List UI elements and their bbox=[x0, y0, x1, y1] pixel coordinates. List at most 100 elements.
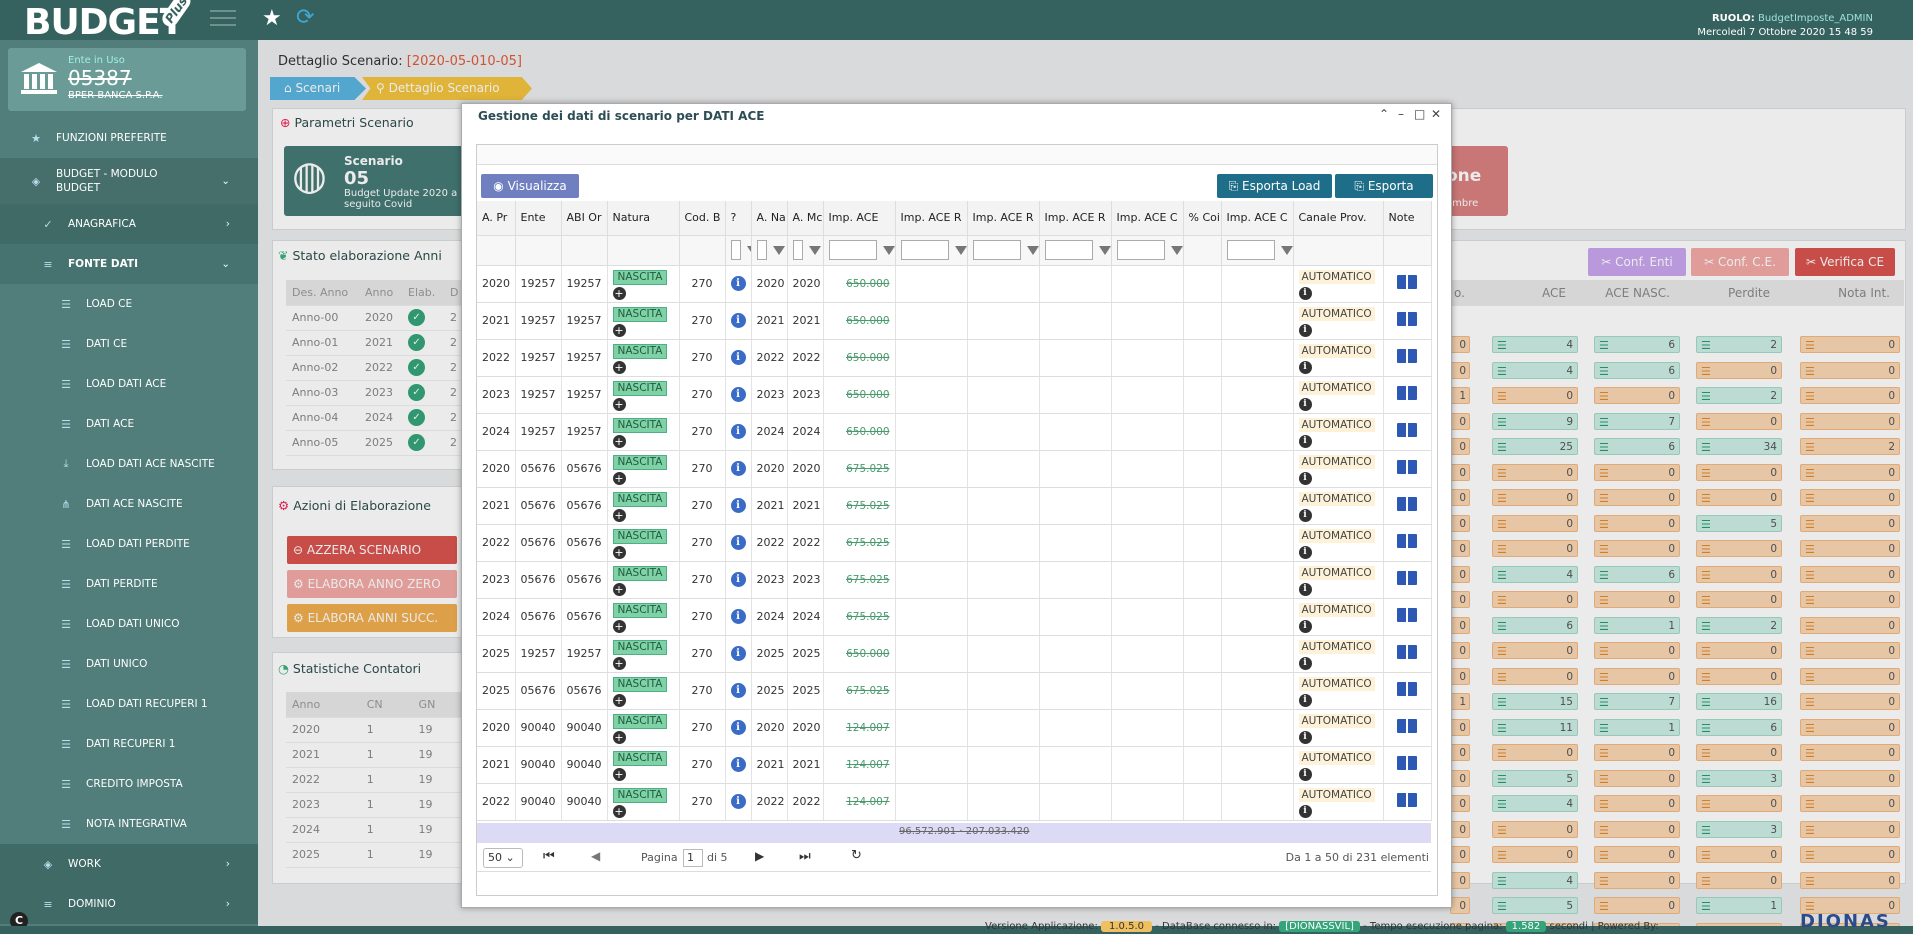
table-row[interactable]: 2022 05676 05676 NASCITA +270 i 2022 2022 675.02… bbox=[477, 524, 1432, 562]
filter-input[interactable] bbox=[972, 240, 1021, 260]
grid-col-header[interactable]: Imp. ACE R bbox=[895, 201, 968, 236]
book-icon[interactable] bbox=[1397, 534, 1417, 548]
plus-circle-icon[interactable]: + bbox=[612, 360, 626, 374]
grid-col-header[interactable]: ABI Or bbox=[561, 201, 608, 236]
grid-col-header[interactable]: % Coi bbox=[1183, 201, 1222, 236]
sidebar-item-funzioni-preferite[interactable]: ★ FUNZIONI PREFERITE bbox=[0, 118, 258, 158]
sidebar-item-load-dati-recuperi[interactable]: ☰ LOAD DATI RECUPERI 1 bbox=[0, 684, 258, 724]
table-row[interactable]: 2020 90040 90040 NASCITA +270 i 2020 2020 124.00… bbox=[477, 709, 1432, 747]
grid-col-header[interactable]: Imp. ACE bbox=[823, 201, 896, 236]
book-icon[interactable] bbox=[1397, 645, 1417, 659]
plus-circle-icon[interactable]: + bbox=[612, 508, 626, 522]
book-icon[interactable] bbox=[1397, 312, 1417, 326]
plus-circle-icon[interactable]: + bbox=[612, 582, 626, 596]
plus-circle-icon[interactable]: + bbox=[612, 397, 626, 411]
sidebar-item-nota-integrativa[interactable]: ☰ NOTA INTEGRATIVA bbox=[0, 804, 258, 844]
grid-col-header[interactable]: A. Mc bbox=[787, 201, 824, 236]
info-icon[interactable]: i bbox=[1298, 582, 1312, 596]
grid-col-header[interactable]: Imp. ACE R bbox=[1039, 201, 1112, 236]
filter-input[interactable] bbox=[1044, 240, 1093, 260]
book-icon[interactable] bbox=[1397, 275, 1417, 289]
last-page-icon[interactable]: ⏭ bbox=[799, 849, 811, 864]
sidebar-item-load-dati-perdite[interactable]: ☰ LOAD DATI PERDITE bbox=[0, 524, 258, 564]
filter-icon[interactable] bbox=[1098, 245, 1110, 255]
sidebar-item-load-dati-ace-nascite[interactable]: ⤓ LOAD DATI ACE NASCITE bbox=[0, 444, 258, 484]
app-logo[interactable]: BUDGET bbox=[24, 2, 184, 43]
table-row[interactable]: 2023 19257 19257 NASCITA +270 i 2023 2023 650.00… bbox=[477, 376, 1432, 414]
filter-icon[interactable] bbox=[954, 245, 966, 255]
grid-col-header[interactable]: Imp. ACE R bbox=[967, 201, 1040, 236]
table-row[interactable]: 2020 19257 19257 NASCITA +270 i 2020 2020 650.00… bbox=[477, 265, 1432, 303]
sidebar-item-dati-unico[interactable]: ☰ DATI UNICO bbox=[0, 644, 258, 684]
book-icon[interactable] bbox=[1397, 682, 1417, 696]
plus-circle-icon[interactable]: + bbox=[612, 434, 626, 448]
sidebar-item-dominio[interactable]: ≡ DOMINIO › bbox=[0, 884, 258, 924]
info-icon[interactable]: i bbox=[1298, 360, 1312, 374]
refresh-icon[interactable]: ⟳ bbox=[296, 5, 314, 30]
info-icon[interactable]: i bbox=[730, 609, 746, 624]
table-row[interactable]: 2021 19257 19257 NASCITA +270 i 2021 2021 650.00… bbox=[477, 302, 1432, 340]
info-icon[interactable]: i bbox=[1298, 471, 1312, 485]
collapse-icon[interactable]: ⌃ bbox=[1379, 107, 1389, 121]
grid-col-header[interactable]: A. Na bbox=[751, 201, 788, 236]
table-row[interactable]: 2021 90040 90040 NASCITA +270 i 2021 2021 124.00… bbox=[477, 746, 1432, 784]
info-icon[interactable]: i bbox=[730, 720, 746, 735]
filter-input[interactable] bbox=[828, 240, 877, 260]
plus-circle-icon[interactable]: + bbox=[612, 767, 626, 781]
close-icon[interactable]: ✕ bbox=[1431, 107, 1441, 121]
table-row[interactable]: 2025 05676 05676 NASCITA +270 i 2025 2025 675.02… bbox=[477, 672, 1432, 710]
book-icon[interactable] bbox=[1397, 386, 1417, 400]
info-icon[interactable]: i bbox=[1298, 693, 1312, 707]
plus-circle-icon[interactable]: + bbox=[612, 619, 626, 633]
prev-page-icon[interactable]: ◀ bbox=[591, 849, 600, 863]
sidebar-item-budget-modulo[interactable]: ◈ BUDGET - MODULO BUDGET ⌄ bbox=[0, 158, 258, 204]
refresh-icon[interactable]: ↻ bbox=[851, 848, 862, 863]
book-icon[interactable] bbox=[1397, 571, 1417, 585]
info-icon[interactable]: i bbox=[1298, 323, 1312, 337]
filter-input[interactable] bbox=[900, 240, 949, 260]
info-icon[interactable]: i bbox=[1298, 767, 1312, 781]
grid-col-header[interactable]: A. Pr bbox=[477, 201, 516, 236]
info-icon[interactable]: i bbox=[730, 646, 746, 661]
filter-input[interactable] bbox=[1226, 240, 1275, 260]
filter-input[interactable] bbox=[730, 240, 741, 260]
book-icon[interactable] bbox=[1397, 793, 1417, 807]
filter-icon[interactable] bbox=[882, 245, 894, 255]
info-icon[interactable]: i bbox=[1298, 508, 1312, 522]
info-icon[interactable]: i bbox=[1298, 397, 1312, 411]
filter-icon[interactable] bbox=[1026, 245, 1038, 255]
info-icon[interactable]: i bbox=[730, 757, 746, 772]
sidebar-item-load-dati-ace[interactable]: ☰ LOAD DATI ACE bbox=[0, 364, 258, 404]
book-icon[interactable] bbox=[1397, 497, 1417, 511]
info-icon[interactable]: i bbox=[1298, 545, 1312, 559]
esporta-button[interactable]: ⎘ Esporta bbox=[1335, 174, 1433, 198]
table-row[interactable]: 2024 19257 19257 NASCITA +270 i 2024 2024 650.00… bbox=[477, 413, 1432, 451]
table-row[interactable]: 2022 90040 90040 NASCITA +270 i 2022 2022 124.00… bbox=[477, 783, 1432, 821]
info-icon[interactable]: i bbox=[730, 535, 746, 550]
book-icon[interactable] bbox=[1397, 608, 1417, 622]
visualizza-button[interactable]: ◉ Visualizza bbox=[481, 174, 579, 198]
page-input[interactable]: 1 bbox=[683, 849, 703, 867]
info-icon[interactable]: i bbox=[1298, 286, 1312, 300]
next-page-icon[interactable]: ▶ bbox=[755, 849, 764, 863]
info-icon[interactable]: i bbox=[730, 683, 746, 698]
info-icon[interactable]: i bbox=[1298, 804, 1312, 818]
info-icon[interactable]: i bbox=[730, 794, 746, 809]
sidebar-item-anagrafica[interactable]: ✓ ANAGRAFICA › bbox=[0, 204, 258, 244]
sidebar-item-load-dati-unico[interactable]: ☰ LOAD DATI UNICO bbox=[0, 604, 258, 644]
info-icon[interactable]: i bbox=[1298, 434, 1312, 448]
book-icon[interactable] bbox=[1397, 349, 1417, 363]
hamburger-menu-icon[interactable] bbox=[210, 10, 236, 28]
filter-icon[interactable] bbox=[1170, 245, 1182, 255]
plus-circle-icon[interactable]: + bbox=[612, 323, 626, 337]
plus-circle-icon[interactable]: + bbox=[612, 545, 626, 559]
plus-circle-icon[interactable]: + bbox=[612, 730, 626, 744]
plus-circle-icon[interactable]: + bbox=[612, 286, 626, 300]
star-icon[interactable]: ★ bbox=[262, 6, 282, 31]
filter-icon[interactable] bbox=[1280, 245, 1292, 255]
info-icon[interactable]: i bbox=[730, 387, 746, 402]
grid-col-header[interactable]: Ente bbox=[515, 201, 562, 236]
info-icon[interactable]: i bbox=[1298, 656, 1312, 670]
sidebar-item-load-ce[interactable]: ☰ LOAD CE bbox=[0, 284, 258, 324]
table-row[interactable]: 2023 05676 05676 NASCITA +270 i 2023 2023 675.02… bbox=[477, 561, 1432, 599]
